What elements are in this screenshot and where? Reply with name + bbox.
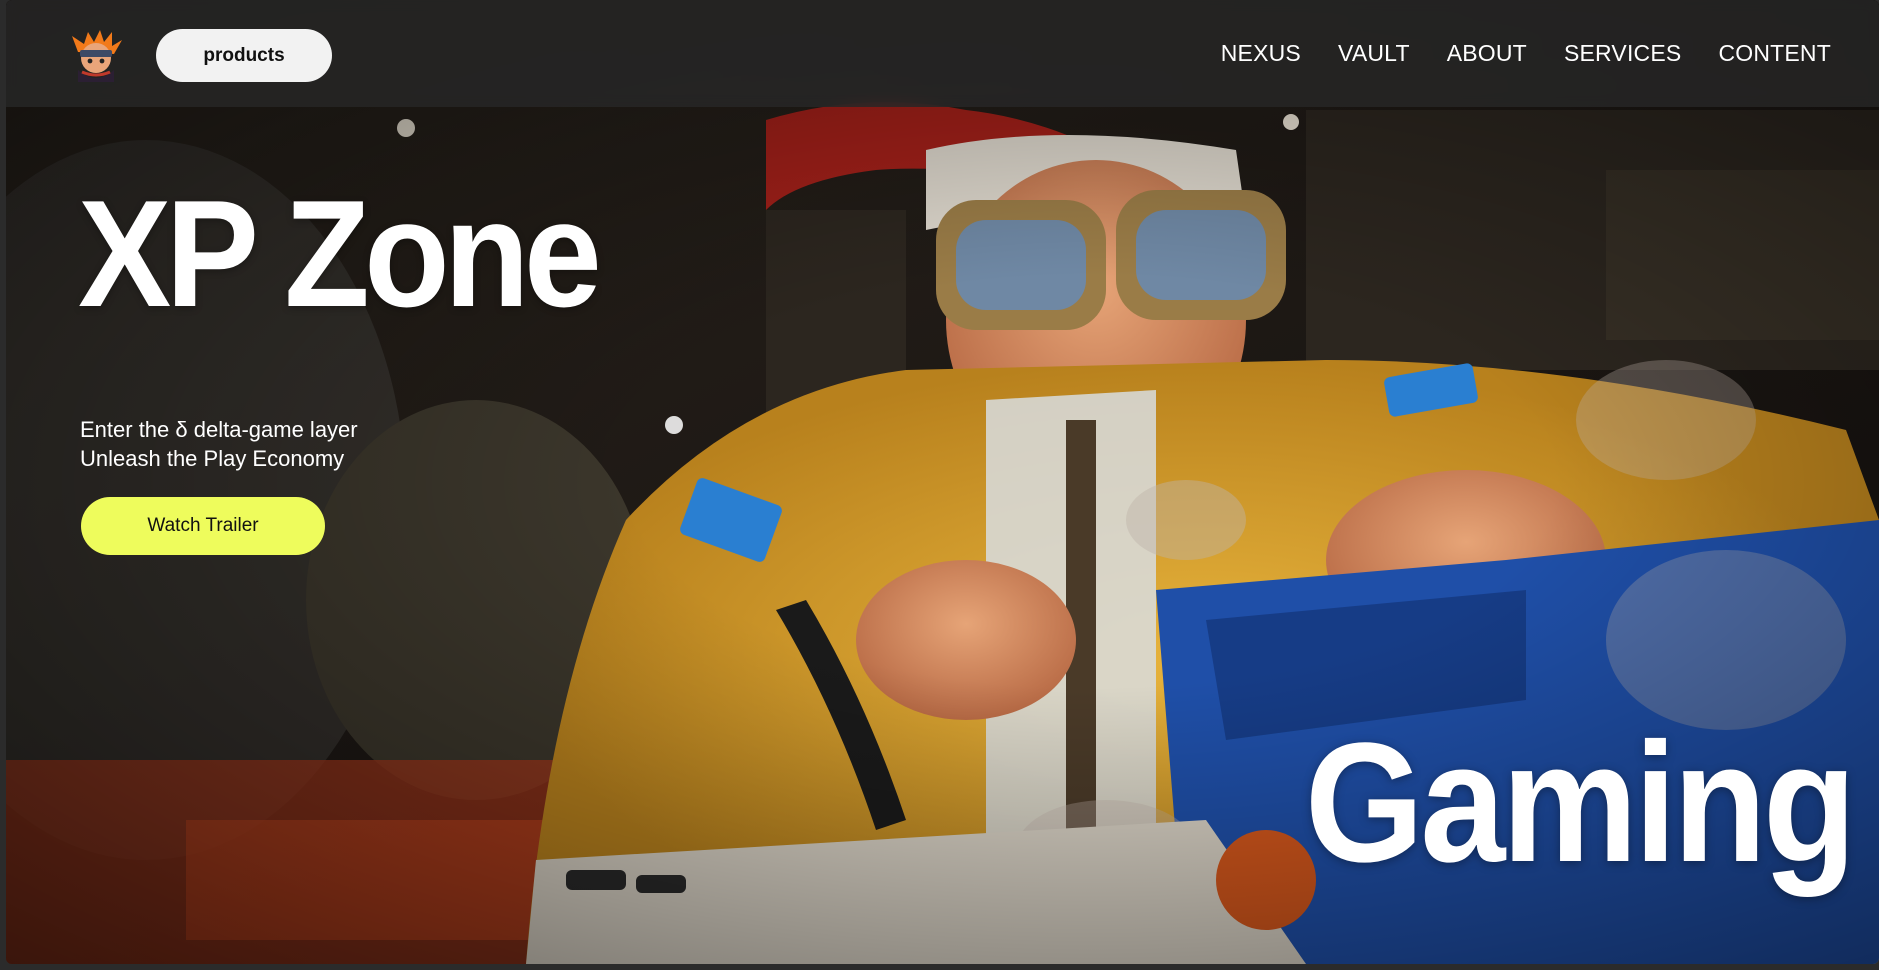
app-frame: products NEXUS VAULT ABOUT SERVICES CONT…: [6, 0, 1879, 964]
tagline-line-1: Enter the δ delta-game layer: [80, 417, 358, 442]
hero-title: XP Zone: [78, 169, 602, 339]
nav-link-nexus[interactable]: NEXUS: [1221, 40, 1301, 67]
main-nav: NEXUS VAULT ABOUT SERVICES CONTENT: [1221, 0, 1831, 107]
tagline-line-2: Unleash the Play Economy: [80, 446, 345, 471]
ninja-mascot-icon[interactable]: [68, 28, 124, 84]
watch-trailer-button[interactable]: Watch Trailer: [81, 497, 325, 555]
hero-big-word: Gaming: [1305, 708, 1857, 898]
nav-link-about[interactable]: ABOUT: [1447, 40, 1527, 67]
hero-tagline: Enter the δ delta-game layer Unleash the…: [80, 415, 358, 473]
nav-link-vault[interactable]: VAULT: [1338, 40, 1410, 67]
nav-link-content[interactable]: CONTENT: [1718, 40, 1831, 67]
top-navigation-bar: products NEXUS VAULT ABOUT SERVICES CONT…: [6, 0, 1879, 107]
products-button[interactable]: products: [156, 29, 332, 82]
nav-link-services[interactable]: SERVICES: [1564, 40, 1682, 67]
